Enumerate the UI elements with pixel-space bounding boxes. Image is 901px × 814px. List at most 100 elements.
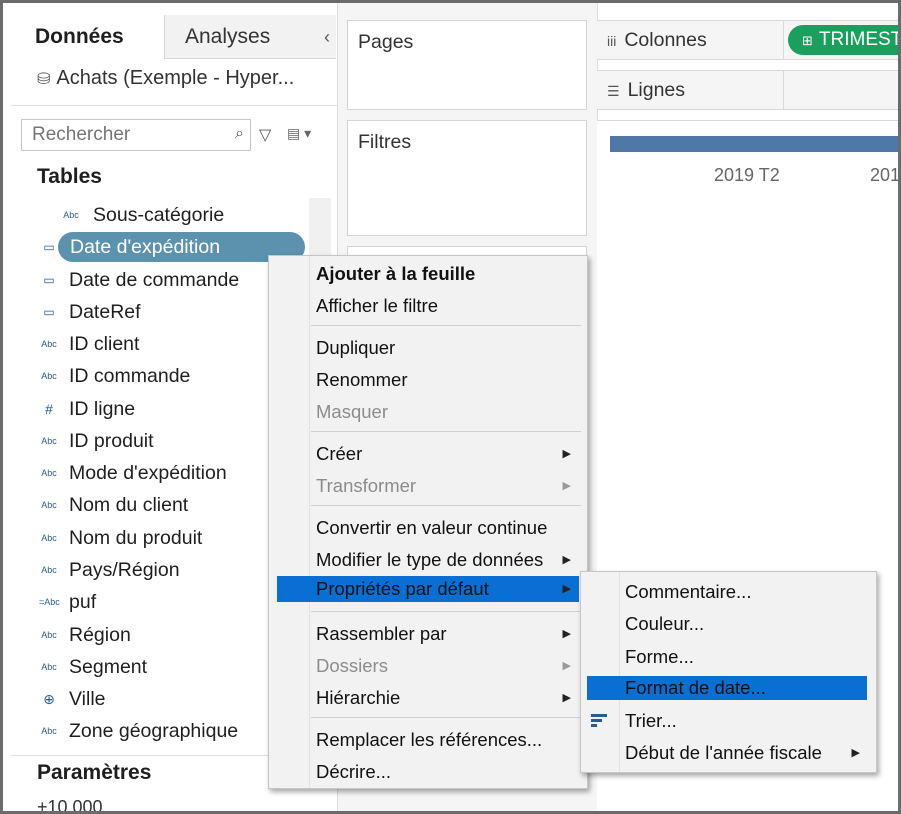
menu-item-creer[interactable]: Créer ▶ bbox=[269, 438, 587, 470]
menu-item-label: Début de l'année fiscale bbox=[625, 742, 822, 763]
tableau-window: Données Analyses ‹ ⛁ Achats (Exemple - Hy… bbox=[0, 0, 901, 814]
sort-icon bbox=[591, 714, 607, 728]
expand-plus-icon[interactable]: ⊞ bbox=[802, 33, 813, 48]
field-label: Zone géographique bbox=[69, 720, 239, 742]
rows-shelf[interactable]: ☰ Lignes bbox=[597, 70, 898, 110]
timeline-bar[interactable] bbox=[610, 136, 898, 152]
search-input[interactable] bbox=[22, 120, 224, 150]
string-type-icon: Abc bbox=[41, 371, 57, 381]
filters-shelf[interactable]: Filtres bbox=[347, 120, 587, 236]
menu-item-transformer: Transformer ▶ bbox=[269, 470, 587, 502]
field-label: ID produit bbox=[69, 430, 154, 452]
tab-analyses-label: Analyses bbox=[185, 25, 271, 48]
date-type-icon: ▭ bbox=[43, 273, 55, 287]
datasource-item[interactable]: ⛁ Achats (Exemple - Hyper... bbox=[37, 67, 294, 90]
submenu-arrow-icon: ▶ bbox=[562, 628, 571, 640]
field-label: puf bbox=[69, 591, 97, 613]
menu-item-afficher-filtre[interactable]: Afficher le filtre bbox=[269, 290, 587, 322]
menu-item-label: Masquer bbox=[316, 401, 388, 422]
rows-icon: ☰ bbox=[607, 83, 620, 99]
menu-item-label: Format de date... bbox=[625, 677, 766, 698]
menu-separator bbox=[311, 611, 581, 612]
tab-analyses[interactable]: Analyses ‹ bbox=[164, 15, 336, 59]
number-type-icon: # bbox=[45, 401, 53, 417]
menu-item-dupliquer[interactable]: Dupliquer bbox=[269, 332, 587, 364]
default-properties-submenu: Commentaire... Couleur... Forme... Forma… bbox=[580, 571, 877, 773]
filter-icon[interactable]: ▽ bbox=[259, 125, 271, 145]
menu-item-renommer[interactable]: Renommer bbox=[269, 364, 587, 396]
pages-shelf[interactable]: Pages bbox=[347, 20, 587, 110]
menu-item-modifier-type[interactable]: Modifier le type de données ▶ bbox=[269, 544, 587, 576]
menu-item-convertir-continue[interactable]: Convertir en valeur continue bbox=[269, 512, 587, 544]
submenu-arrow-icon: ▶ bbox=[562, 554, 571, 566]
axis-label: 2019 T2 bbox=[714, 165, 780, 185]
field-label: Segment bbox=[69, 656, 148, 678]
submenu-item-format-date[interactable]: Format de date... bbox=[587, 676, 867, 700]
field-label: Sous-catégorie bbox=[93, 204, 225, 226]
rows-shelf-label: ☰ Lignes bbox=[607, 79, 685, 102]
menu-separator bbox=[311, 505, 581, 506]
menu-item-label: Couleur... bbox=[625, 613, 705, 634]
menu-item-label: Hiérarchie bbox=[316, 687, 401, 708]
field-label: ID commande bbox=[69, 365, 191, 387]
datasource-label: Achats (Exemple - Hyper... bbox=[56, 67, 295, 89]
submenu-item-commentaire[interactable]: Commentaire... bbox=[581, 576, 876, 608]
menu-item-hierarchie[interactable]: Hiérarchie ▶ bbox=[269, 682, 587, 714]
view-options-icon[interactable]: ▤ ▾ bbox=[287, 125, 311, 142]
menu-item-rassembler-par[interactable]: Rassembler par ▶ bbox=[269, 618, 587, 650]
field-label: DateRef bbox=[69, 301, 141, 323]
string-type-icon: Abc bbox=[41, 630, 57, 640]
menu-item-label: Rassembler par bbox=[316, 623, 447, 644]
field-label: Région bbox=[69, 624, 131, 646]
submenu-item-trier[interactable]: Trier... bbox=[581, 705, 876, 737]
menu-item-label: Décrire... bbox=[316, 761, 392, 782]
string-type-icon: Abc bbox=[41, 500, 57, 510]
menu-item-label: Convertir en valeur continue bbox=[316, 517, 548, 538]
parameter-item[interactable]: +10 000 bbox=[37, 797, 103, 811]
string-type-icon: Abc bbox=[41, 468, 57, 478]
rows-label-text: Lignes bbox=[627, 79, 686, 101]
menu-item-label: Modifier le type de données bbox=[316, 549, 544, 570]
menu-item-proprietes-defaut[interactable]: Propriétés par défaut ▶ bbox=[277, 576, 579, 602]
string-type-icon: Abc bbox=[41, 436, 57, 446]
menu-separator bbox=[311, 717, 581, 718]
tab-donnees[interactable]: Données bbox=[3, 15, 163, 59]
parameters-header: Paramètres bbox=[37, 761, 152, 784]
columns-label-text: Colonnes bbox=[624, 29, 707, 51]
string-type-icon: Abc bbox=[41, 565, 57, 575]
menu-item-label: Dossiers bbox=[316, 655, 388, 676]
menu-separator bbox=[311, 431, 581, 432]
menu-item-label: Dupliquer bbox=[316, 337, 396, 358]
field-label: Date d'expédition bbox=[70, 236, 221, 258]
submenu-item-couleur[interactable]: Couleur... bbox=[581, 608, 876, 640]
menu-item-remplacer-references[interactable]: Remplacer les références... bbox=[269, 724, 587, 756]
calculated-string-icon: =Abc bbox=[39, 597, 60, 607]
divider bbox=[11, 105, 337, 106]
string-type-icon: Abc bbox=[41, 533, 57, 543]
trimestre-pill[interactable]: ⊞ TRIMESTRE bbox=[788, 25, 898, 55]
menu-item-decrire[interactable]: Décrire... bbox=[269, 756, 587, 788]
collapse-pane-icon[interactable]: ‹ bbox=[324, 15, 330, 59]
menu-item-label: Renommer bbox=[316, 369, 408, 390]
datasource-icon: ⛁ bbox=[37, 71, 51, 88]
submenu-item-debut-annee-fiscale[interactable]: Début de l'année fiscale ▶ bbox=[581, 737, 876, 769]
columns-shelf-label: iii Colonnes bbox=[607, 29, 707, 52]
shelf-separator bbox=[783, 20, 784, 60]
menu-item-label: Trier... bbox=[625, 710, 677, 731]
menu-item-label: Forme... bbox=[625, 646, 694, 667]
menu-item-label: Transformer bbox=[316, 475, 417, 496]
field-label: Mode d'expédition bbox=[69, 462, 227, 484]
menu-item-masquer: Masquer bbox=[269, 396, 587, 428]
columns-icon: iii bbox=[607, 33, 617, 49]
pill-label: TRIMESTRE bbox=[818, 29, 898, 50]
pages-shelf-label: Pages bbox=[358, 31, 414, 53]
menu-item-ajouter-feuille[interactable]: Ajouter à la feuille bbox=[269, 258, 587, 290]
string-type-icon: Abc bbox=[63, 210, 79, 220]
submenu-item-forme[interactable]: Forme... bbox=[581, 641, 876, 673]
shelf-separator bbox=[783, 70, 784, 110]
field-label: Date de commande bbox=[69, 269, 240, 291]
submenu-arrow-icon: ▶ bbox=[562, 448, 571, 460]
menu-item-label: Remplacer les références... bbox=[316, 729, 543, 750]
string-type-icon: Abc bbox=[41, 662, 57, 672]
search-box: ⌕ bbox=[21, 119, 251, 151]
